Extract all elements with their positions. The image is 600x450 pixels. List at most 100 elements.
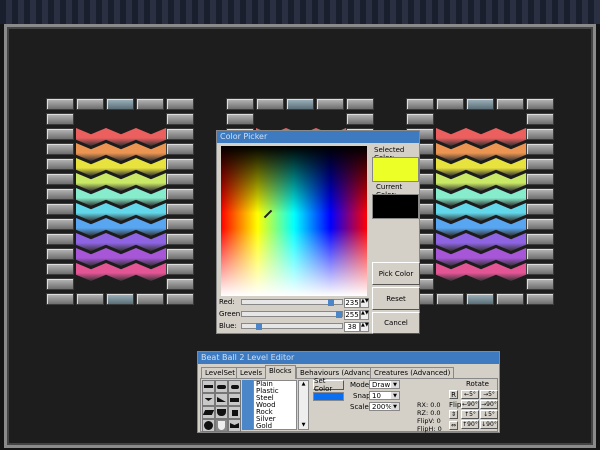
slider-value-input[interactable]: 38 — [344, 322, 360, 332]
shape-rounded-bar-button[interactable] — [215, 380, 228, 393]
brick[interactable] — [226, 98, 254, 110]
brick[interactable] — [436, 98, 464, 110]
brick[interactable] — [496, 293, 524, 305]
shape-bar-button[interactable] — [202, 380, 215, 393]
tab-blocks[interactable]: Blocks — [265, 365, 296, 379]
tab-levels[interactable]: Levels — [236, 367, 267, 378]
rotate-button[interactable]: →90° — [480, 400, 498, 409]
pick-color-button[interactable]: Pick Color — [372, 262, 420, 285]
shape-ramp-button[interactable] — [215, 393, 228, 406]
brick[interactable] — [166, 203, 194, 215]
brick[interactable] — [136, 98, 164, 110]
color-spectrum[interactable] — [221, 146, 367, 296]
brick[interactable] — [106, 293, 134, 305]
rotate-button[interactable]: ←90° — [461, 400, 479, 409]
brick[interactable] — [46, 128, 74, 140]
color-slider[interactable] — [241, 299, 343, 306]
material-list[interactable]: Plain Plastic Steel Wood Rock Silver Gold — [253, 380, 297, 430]
spinner-arrows-icon[interactable]: ▲▼ — [360, 310, 369, 320]
brick[interactable] — [526, 188, 554, 200]
brick[interactable] — [46, 188, 74, 200]
brick[interactable] — [166, 188, 194, 200]
brick[interactable] — [466, 293, 494, 305]
brick[interactable] — [46, 233, 74, 245]
brick[interactable] — [466, 98, 494, 110]
brick[interactable] — [526, 113, 554, 125]
brick[interactable] — [46, 158, 74, 170]
brick[interactable] — [436, 293, 464, 305]
brick[interactable] — [526, 173, 554, 185]
brick[interactable] — [46, 98, 74, 110]
brick[interactable] — [316, 98, 344, 110]
brick[interactable] — [526, 233, 554, 245]
slider-thumb[interactable] — [256, 323, 263, 330]
brick[interactable] — [526, 218, 554, 230]
brick[interactable] — [166, 98, 194, 110]
shape-pill-button[interactable] — [228, 380, 241, 393]
brick[interactable] — [346, 98, 374, 110]
brick[interactable] — [526, 278, 554, 290]
tab-levelset[interactable]: LevelSet — [201, 367, 239, 378]
shape-bowl-button[interactable] — [215, 406, 228, 419]
spinner-arrows-icon[interactable]: ▲▼ — [360, 322, 369, 332]
shape-parallelogram-button[interactable] — [202, 406, 215, 419]
reset-rotation-button[interactable]: R — [449, 390, 458, 399]
brick[interactable] — [166, 248, 194, 260]
brick[interactable] — [526, 263, 554, 275]
list-item[interactable]: Gold — [254, 423, 296, 430]
scale-select[interactable]: 200% ▼ — [369, 402, 400, 411]
brick[interactable] — [166, 143, 194, 155]
shape-circle-button[interactable] — [202, 419, 215, 432]
snap-select[interactable]: 10 ▼ — [369, 391, 400, 400]
brick[interactable] — [526, 98, 554, 110]
brick[interactable] — [46, 278, 74, 290]
brick[interactable] — [46, 113, 74, 125]
brick[interactable] — [46, 293, 74, 305]
brick[interactable] — [526, 203, 554, 215]
brick[interactable] — [46, 143, 74, 155]
brick[interactable] — [46, 248, 74, 260]
reset-button[interactable]: Reset — [372, 287, 420, 310]
shape-flat-button[interactable] — [228, 393, 241, 406]
brick[interactable] — [46, 218, 74, 230]
shape-chevron-button[interactable] — [228, 419, 241, 432]
set-color-button[interactable]: Set Color — [313, 377, 344, 393]
slider-thumb[interactable] — [328, 299, 335, 306]
rotate-button[interactable]: ←5° — [461, 390, 479, 399]
brick[interactable] — [106, 98, 134, 110]
mode-select[interactable]: Draw ▼ — [369, 380, 400, 389]
brick[interactable] — [76, 98, 104, 110]
brick[interactable] — [166, 158, 194, 170]
brick[interactable] — [166, 278, 194, 290]
rotate-button[interactable]: ↑5° — [461, 410, 479, 419]
rotate-button[interactable]: ↓90° — [480, 420, 498, 429]
brick[interactable] — [166, 233, 194, 245]
brick[interactable] — [526, 143, 554, 155]
slider-value-input[interactable]: 255 — [344, 310, 360, 320]
rotate-button[interactable]: →5° — [480, 390, 498, 399]
brick[interactable] — [46, 173, 74, 185]
brick[interactable] — [166, 173, 194, 185]
spinner-arrows-icon[interactable]: ▲▼ — [360, 298, 369, 308]
brick[interactable] — [136, 293, 164, 305]
brick[interactable] — [166, 113, 194, 125]
brick[interactable] — [226, 113, 254, 125]
cancel-button[interactable]: Cancel — [372, 312, 420, 334]
brick[interactable] — [46, 263, 74, 275]
color-slider[interactable] — [241, 311, 343, 318]
brick[interactable] — [76, 293, 104, 305]
slider-thumb[interactable] — [336, 311, 342, 318]
tab-creatures[interactable]: Creatures (Advanced) — [370, 367, 455, 378]
brick[interactable] — [526, 248, 554, 260]
rotate-button[interactable]: ↓5° — [480, 410, 498, 419]
color-slider[interactable] — [241, 323, 343, 330]
shape-shield-button[interactable] — [215, 419, 228, 432]
brick[interactable] — [496, 98, 524, 110]
shape-triangle-down-button[interactable] — [202, 393, 215, 406]
brick[interactable] — [526, 293, 554, 305]
slider-value-input[interactable]: 235 — [344, 298, 360, 308]
rotate-button[interactable]: ↑90° — [461, 420, 479, 429]
brick[interactable] — [406, 113, 434, 125]
brick[interactable] — [166, 128, 194, 140]
brick[interactable] — [256, 98, 284, 110]
